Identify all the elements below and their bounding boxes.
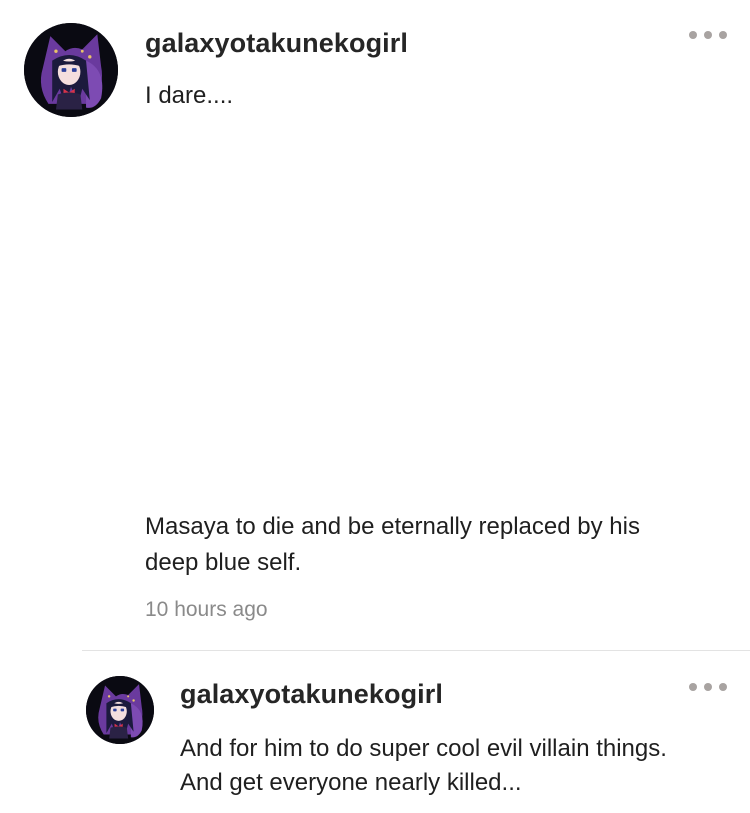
comment-text-line: deep blue self.	[145, 549, 302, 576]
reply-text-line: And get everyone nearly killed...	[180, 769, 522, 796]
ellipsis-icon	[719, 31, 727, 39]
reply-comment: galaxyotakunekogirl And for him to do su…	[0, 651, 750, 813]
comment-text-line: Masaya to die and be eternally replaced …	[145, 513, 640, 540]
comment-username[interactable]: galaxyotakunekogirl	[145, 28, 408, 59]
reply-username[interactable]: galaxyotakunekogirl	[180, 679, 443, 710]
comment: galaxyotakunekogirl I dare.... Masaya to…	[0, 0, 750, 650]
avatar-image	[86, 676, 154, 744]
more-options-button[interactable]	[689, 680, 729, 694]
avatar-image	[24, 23, 118, 117]
more-options-button[interactable]	[689, 28, 729, 42]
ellipsis-icon	[704, 683, 712, 691]
ellipsis-icon	[689, 31, 697, 39]
avatar[interactable]	[86, 676, 154, 744]
comment-timestamp: 10 hours ago	[145, 598, 268, 621]
comment-text-line: I dare....	[145, 82, 234, 109]
ellipsis-icon	[719, 683, 727, 691]
ellipsis-icon	[704, 31, 712, 39]
ellipsis-icon	[689, 683, 697, 691]
avatar[interactable]	[24, 23, 118, 117]
reply-text-line: And for him to do super cool evil villai…	[180, 735, 667, 762]
